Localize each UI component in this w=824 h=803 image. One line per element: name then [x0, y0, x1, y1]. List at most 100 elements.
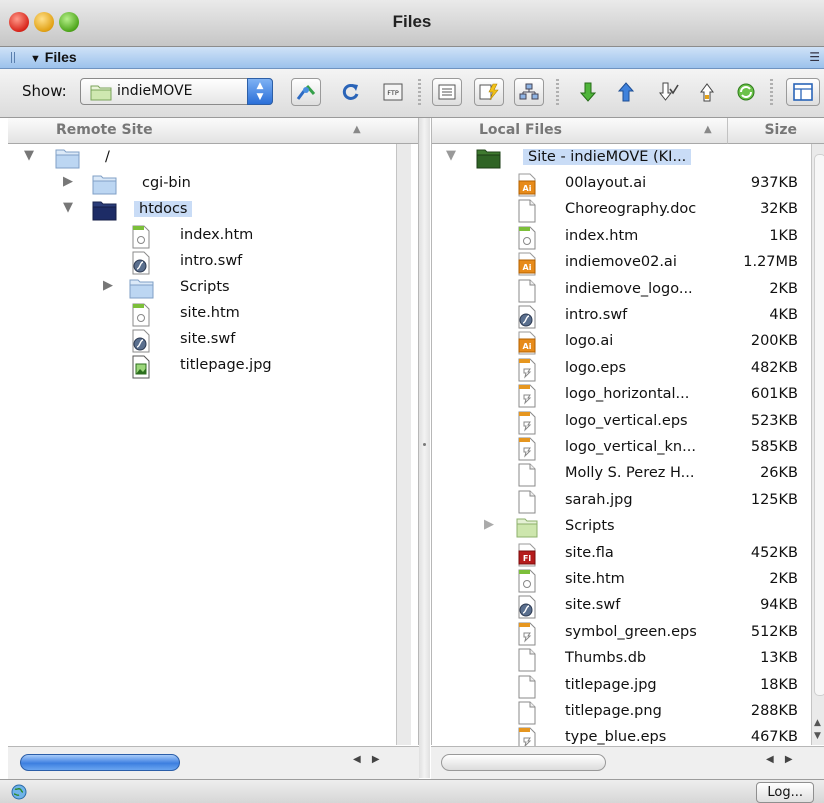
html-file-icon — [132, 225, 150, 249]
local-scroll-thumb[interactable] — [814, 154, 824, 696]
file-name: site.htm — [565, 571, 625, 587]
tree-row[interactable]: ▶ Scripts — [8, 276, 396, 302]
disclosure-expanded-icon[interactable]: ▼ — [446, 148, 456, 163]
connect-button[interactable] — [291, 78, 321, 106]
file-row[interactable]: titlepage.jpg 18KB — [432, 674, 798, 700]
file-row[interactable]: ▶ Scripts — [432, 515, 798, 541]
ftp-log-button[interactable]: FTP — [378, 78, 408, 106]
status-bar: Log... — [0, 779, 824, 803]
file-row[interactable]: Fl site.fla 452KB — [432, 542, 798, 568]
file-size: 601KB — [750, 386, 798, 403]
size-column-header[interactable]: Size — [728, 118, 824, 144]
file-row[interactable]: intro.swf 4KB — [432, 304, 798, 330]
file-size: 2KB — [769, 571, 798, 587]
tree-row[interactable]: ▶ cgi-bin — [8, 172, 396, 198]
tree-item-name: index.htm — [180, 227, 254, 243]
file-row[interactable]: index.htm 1KB — [432, 225, 798, 251]
file-row[interactable]: logo.eps 482KB — [432, 357, 798, 383]
disclosure-expanded-icon[interactable]: ▼ — [63, 200, 73, 215]
tree-row[interactable]: site.swf — [8, 328, 396, 354]
tree-row[interactable]: intro.swf — [8, 250, 396, 276]
file-name: intro.swf — [565, 307, 628, 323]
generic-file-icon — [518, 701, 536, 725]
disclosure-collapsed-icon[interactable]: ▶ — [63, 174, 73, 189]
put-files-button[interactable] — [611, 78, 641, 106]
file-row[interactable]: indiemove_logo... 2KB — [432, 278, 798, 304]
panel-options-icon[interactable]: ☰ — [809, 50, 820, 64]
repository-button[interactable] — [514, 78, 544, 106]
file-row[interactable]: Ai logo.ai 200KB — [432, 330, 798, 356]
local-horizontal-scrollbar[interactable]: ◀ ▶ — [431, 746, 824, 779]
remote-site-pane[interactable]: Remote Site ▲ ▼ / ▶ cgi-bin ▼ htdocs ind… — [8, 118, 419, 745]
generic-file-icon — [518, 648, 536, 672]
pane-splitter[interactable] — [419, 118, 430, 778]
disclosure-expanded-icon[interactable]: ▼ — [24, 148, 34, 163]
file-row[interactable]: symbol_green.eps 512KB — [432, 621, 798, 647]
folder-icon — [516, 518, 538, 538]
file-size: 13KB — [760, 650, 798, 667]
remote-horizontal-scroll-thumb[interactable] — [20, 754, 180, 771]
file-row[interactable]: titlepage.png 288KB — [432, 700, 798, 726]
file-row[interactable]: Ai 00layout.ai 937KB — [432, 172, 798, 198]
remote-vertical-scrollbar[interactable] — [396, 144, 411, 745]
local-horizontal-scroll-thumb[interactable] — [441, 754, 606, 771]
file-name: site.fla — [565, 544, 614, 561]
horizontal-scroll-arrows-icon[interactable]: ◀ ▶ — [353, 754, 384, 765]
log-button[interactable]: Log... — [756, 782, 814, 803]
tree-row[interactable]: ▼ Site - indieMOVE (KI... — [432, 146, 812, 172]
remote-view-button[interactable] — [432, 78, 462, 106]
file-row[interactable]: logo_horizontal... 601KB — [432, 383, 798, 409]
file-row[interactable]: Ai indiemove02.ai 1.27MB — [432, 251, 798, 277]
local-files-header-label: Local Files — [479, 122, 562, 138]
file-name: Scripts — [565, 518, 615, 535]
panel-title[interactable]: ▼ Files — [30, 49, 77, 65]
tree-row[interactable]: site.htm — [8, 302, 396, 328]
check-in-button[interactable] — [693, 78, 723, 106]
remote-horizontal-scrollbar[interactable]: ◀ ▶ — [8, 746, 419, 779]
scroll-arrows-icon[interactable]: ▲ ▼ — [814, 717, 821, 743]
file-row[interactable]: logo_vertical.eps 523KB — [432, 410, 798, 436]
local-files-pane[interactable]: Local Files ▲ Size ▼ Site - indieMOVE (K… — [431, 118, 824, 751]
expand-panel-button[interactable] — [786, 78, 820, 106]
local-files-column-header[interactable]: Local Files ▲ — [432, 118, 728, 144]
remote-site-column-header[interactable]: Remote Site ▲ — [8, 118, 396, 144]
remote-view-icon — [438, 84, 456, 100]
tree-row-selected[interactable]: ▼ htdocs — [8, 198, 396, 224]
svg-text:Fl: Fl — [523, 554, 531, 563]
file-row[interactable]: site.htm 2KB — [432, 568, 798, 594]
files-panel-header[interactable]: ▼ Files ☰ — [0, 47, 824, 69]
synchronize-button[interactable] — [731, 78, 761, 106]
file-row[interactable]: Molly S. Perez H... 26KB — [432, 462, 798, 488]
file-row[interactable]: site.swf 94KB — [432, 594, 798, 620]
horizontal-scroll-arrows-icon[interactable]: ◀ ▶ — [766, 754, 797, 765]
site-selector[interactable]: indieMOVE ▲ ▼ — [80, 78, 273, 105]
folder-icon — [129, 279, 154, 299]
eps-file-icon — [518, 437, 536, 461]
file-row[interactable]: Choreography.doc 32KB — [432, 198, 798, 224]
file-row[interactable]: sarah.jpg 125KB — [432, 489, 798, 515]
panel-grip-icon[interactable] — [11, 52, 16, 63]
tree-item-name: titlepage.jpg — [180, 357, 272, 373]
file-row[interactable]: Thumbs.db 13KB — [432, 647, 798, 673]
check-out-button[interactable] — [653, 78, 683, 106]
disclosure-collapsed-icon[interactable]: ▶ — [103, 278, 113, 293]
tree-row[interactable]: ▼ / — [8, 146, 396, 172]
tree-row[interactable]: index.htm — [8, 224, 396, 250]
tree-row[interactable]: titlepage.jpg — [8, 354, 396, 380]
file-size: 512KB — [750, 623, 798, 640]
select-stepper-icon: ▲ ▼ — [247, 78, 273, 105]
local-vertical-scrollbar[interactable]: ▲ ▼ — [811, 144, 824, 745]
remote-second-column-header[interactable] — [396, 118, 418, 144]
disclosure-collapsed-icon[interactable]: ▶ — [484, 517, 494, 532]
globe-icon — [11, 784, 27, 800]
testing-server-button[interactable] — [474, 78, 504, 106]
get-files-button[interactable] — [573, 78, 603, 106]
file-name: type_blue.eps — [565, 729, 667, 746]
refresh-button[interactable] — [336, 78, 366, 106]
site-folder-icon — [92, 201, 117, 221]
file-name: logo.ai — [565, 333, 614, 350]
panel-title-text: Files — [44, 49, 77, 65]
file-row[interactable]: logo_vertical_kn... 585KB — [432, 436, 798, 462]
sort-ascending-icon: ▲ — [704, 124, 712, 135]
file-name: titlepage.jpg — [565, 676, 657, 693]
